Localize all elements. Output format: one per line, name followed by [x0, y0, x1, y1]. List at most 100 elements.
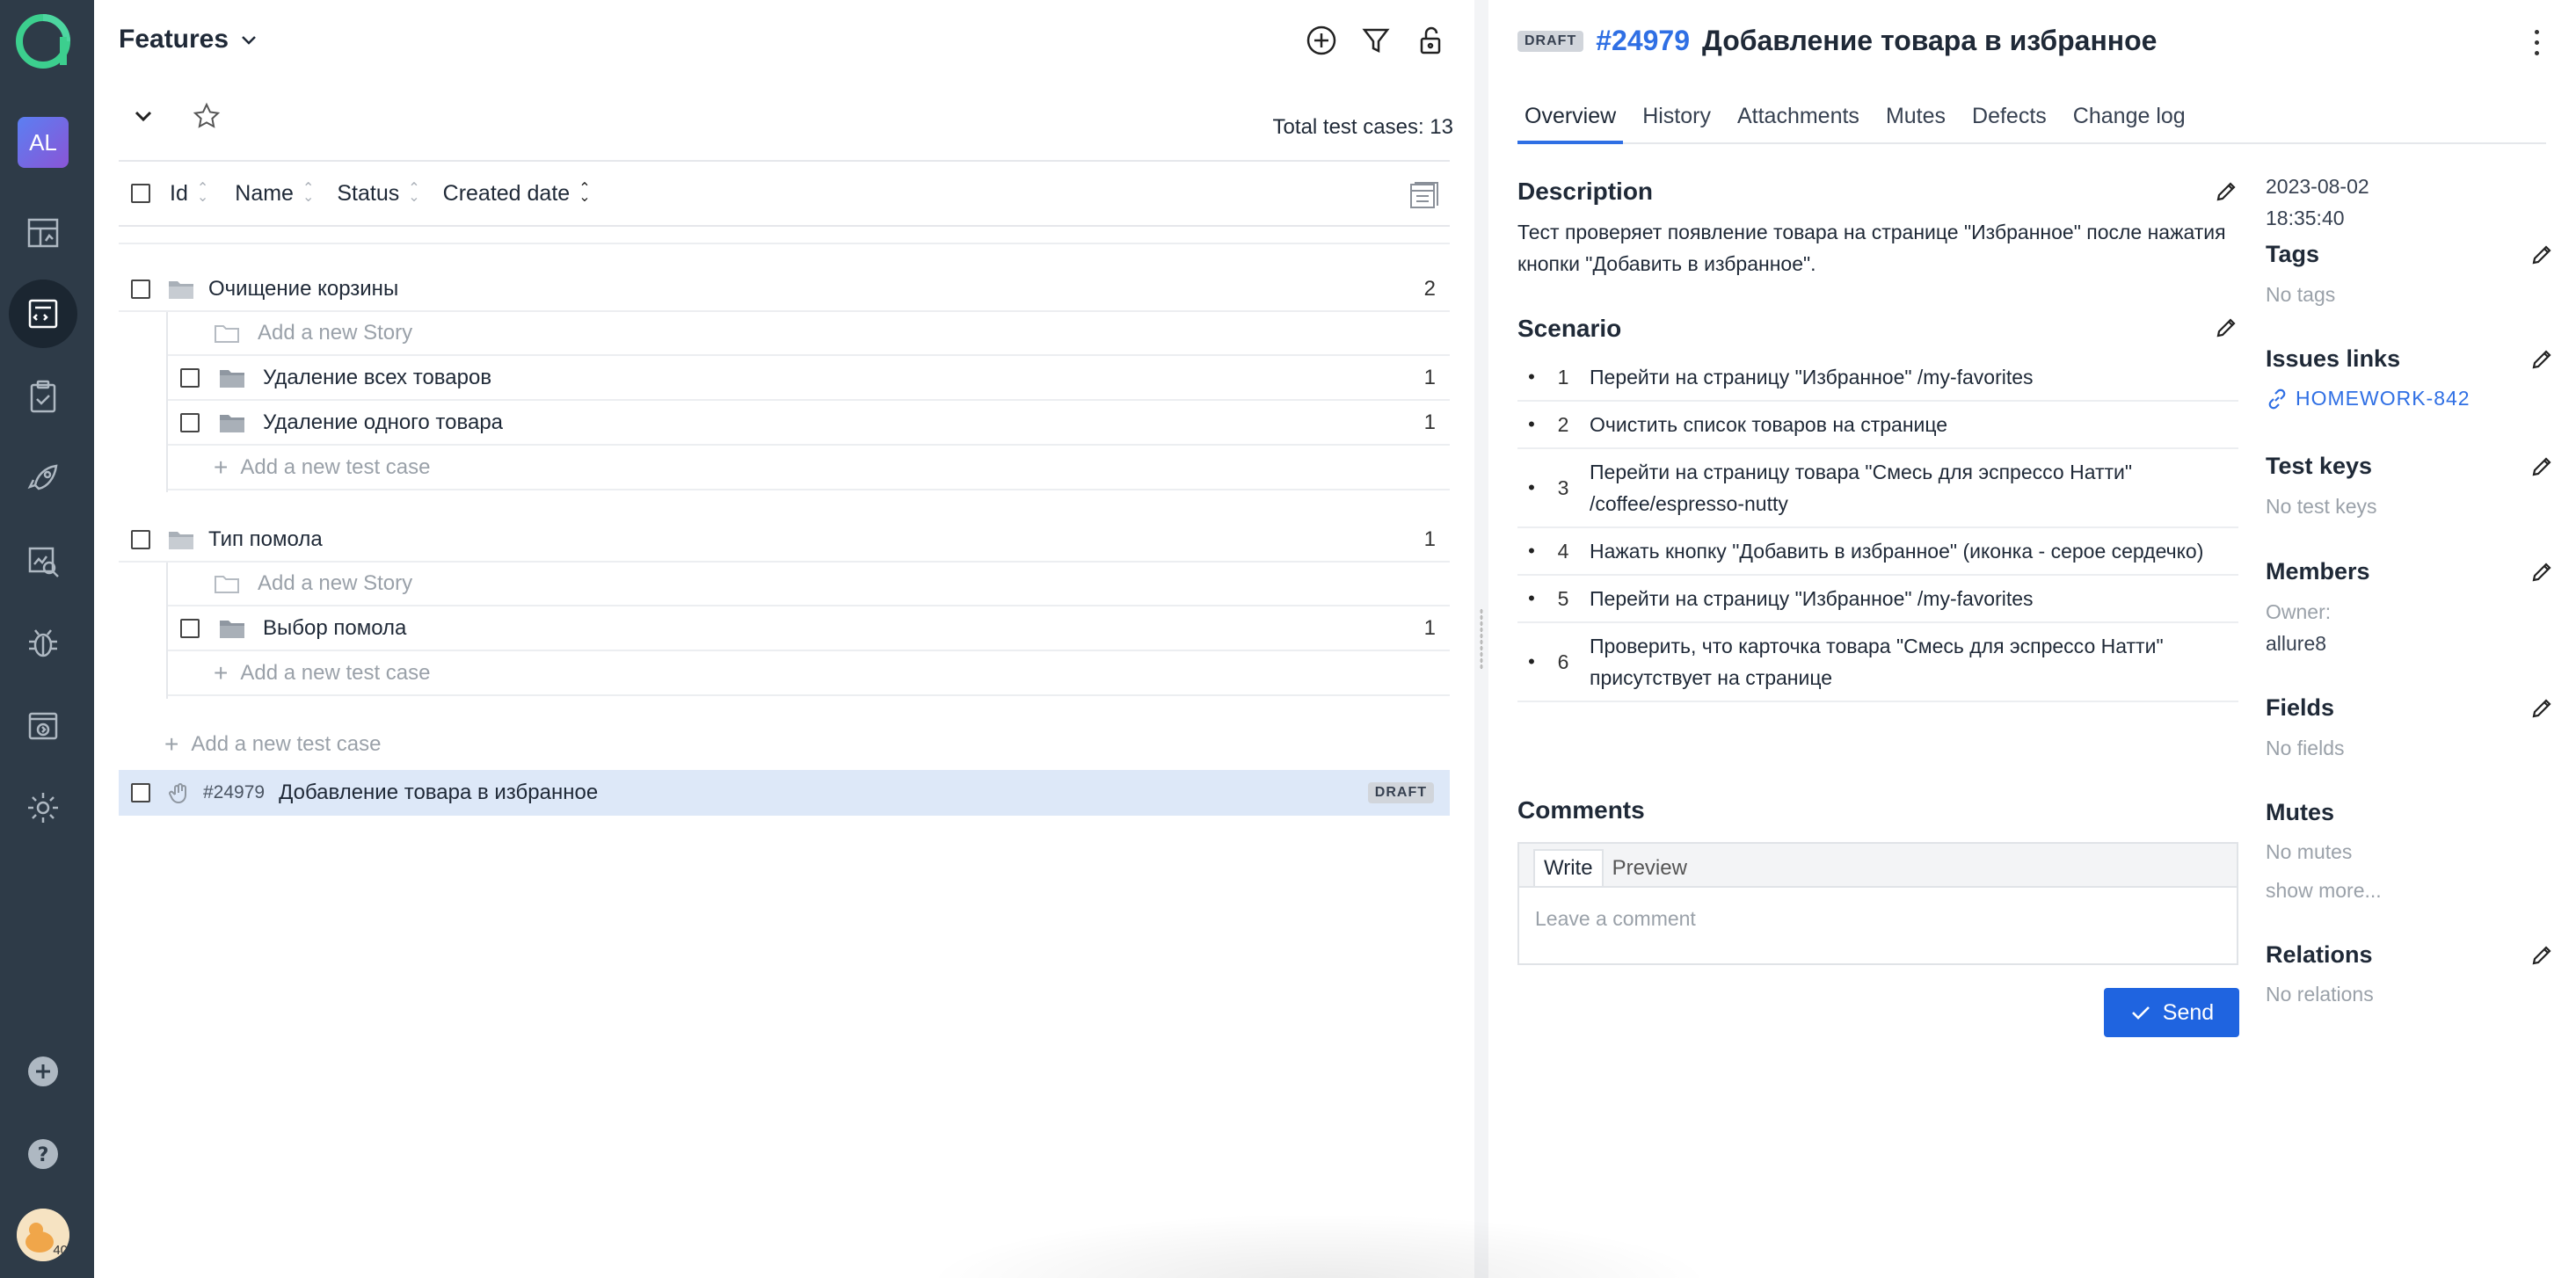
- row-checkbox[interactable]: [180, 619, 200, 638]
- child-name: Удаление всех товаров: [263, 366, 492, 389]
- test-plans-nav[interactable]: [9, 362, 77, 431]
- selected-test-case-row[interactable]: #24979 Добавление товара в избранное DRA…: [119, 770, 1450, 816]
- send-button[interactable]: Send: [2104, 988, 2239, 1037]
- column-id[interactable]: Id ⌃ ⌄: [170, 181, 208, 207]
- test-case-tree-panel: Features Total test cases: 13 Id ⌃ ⌄ Name ⌃…: [94, 0, 1474, 1278]
- folder-icon: [169, 532, 193, 549]
- add-story-row[interactable]: Add a new Story: [168, 312, 1450, 356]
- step-number: 5: [1557, 587, 1569, 610]
- filter-button[interactable]: [1358, 23, 1394, 58]
- drag-handle-icon[interactable]: [1480, 608, 1483, 670]
- collapse-all-chevron-icon[interactable]: [129, 102, 157, 130]
- allure-logo-icon[interactable]: [16, 14, 70, 69]
- column-name[interactable]: Name ⌃ ⌄: [235, 181, 314, 207]
- add-project-nav[interactable]: [9, 1037, 77, 1106]
- scenario-step[interactable]: • 4 Нажать кнопку "Добавить в избранное" (…: [1517, 528, 2238, 576]
- testkeys-value: No test keys: [2266, 495, 2377, 518]
- add-test-case-row[interactable]: + Add a new test case: [168, 447, 1450, 490]
- tree-mode-selector[interactable]: Features: [119, 25, 260, 54]
- bottom-shadow: [923, 1213, 1714, 1278]
- scenario-step[interactable]: • 3 Перейти на страницу товара "Смесь для …: [1517, 449, 2238, 528]
- tree-group-row[interactable]: Тип помола 1: [119, 519, 1450, 563]
- launches-nav[interactable]: [9, 445, 77, 513]
- svg-text:?: ?: [38, 1144, 49, 1166]
- folder-icon: [169, 281, 193, 299]
- edit-testkeys-icon[interactable]: [2529, 454, 2554, 479]
- comment-input[interactable]: Leave a comment: [1519, 888, 2237, 950]
- scenario-step[interactable]: • 6 Проверить, что карточка товара "Смесь …: [1517, 623, 2238, 702]
- step-text: Очистить список товаров на странице: [1590, 413, 1948, 436]
- detail-tabs: Overview History Attachments Mutes Defec…: [1517, 98, 2546, 144]
- edit-description-icon[interactable]: [2214, 179, 2238, 204]
- test-case-header: DRAFT #24979 Добавление товара в избранн…: [1517, 25, 2157, 57]
- tab-overview[interactable]: Overview: [1517, 98, 1624, 144]
- scenario-step[interactable]: • 5 Перейти на страницу "Избранное" /my-fa…: [1517, 576, 2238, 623]
- dashboard-nav[interactable]: [9, 199, 77, 267]
- tree-group-row[interactable]: Очищение корзины 2: [119, 268, 1450, 312]
- group-count: 1: [1423, 527, 1436, 551]
- lock-button[interactable]: [1413, 23, 1448, 58]
- user-badge: 40: [53, 1243, 68, 1258]
- edit-tags-icon[interactable]: [2529, 243, 2554, 267]
- bullet-icon: •: [1528, 540, 1535, 562]
- add-story-row[interactable]: Add a new Story: [168, 563, 1450, 606]
- add-project-icon: [28, 1057, 58, 1086]
- tab-mutes[interactable]: Mutes: [1879, 98, 1953, 144]
- tab-change-log[interactable]: Change log: [2066, 98, 2193, 144]
- tree-toolbar: [1304, 23, 1448, 58]
- test-case-id: #24979: [203, 782, 266, 802]
- scenario-step[interactable]: • 2 Очистить список товаров на странице: [1517, 402, 2238, 449]
- test-case-number-link[interactable]: #24979: [1596, 25, 1690, 57]
- column-status[interactable]: Status ⌃ ⌄: [337, 181, 419, 207]
- tree-child-row[interactable]: Удаление одного товара 1: [168, 402, 1450, 446]
- edit-issues-icon[interactable]: [2529, 347, 2554, 372]
- row-checkbox[interactable]: [180, 413, 200, 432]
- comment-tab-write[interactable]: Write: [1533, 849, 1604, 886]
- panel-splitter[interactable]: [1474, 0, 1488, 1278]
- tree-child-row[interactable]: Удаление всех товаров 1: [168, 357, 1450, 401]
- test-cases-nav[interactable]: [9, 280, 77, 348]
- edit-members-icon[interactable]: [2529, 560, 2554, 585]
- tab-attachments[interactable]: Attachments: [1730, 98, 1867, 144]
- issue-link[interactable]: HOMEWORK-842: [2266, 387, 2470, 410]
- step-text: Перейти на страницу "Избранное" /my-favo…: [1590, 587, 2034, 610]
- tree-child-row[interactable]: Выбор помола 1: [168, 607, 1450, 651]
- add-test-case-row[interactable]: + Add a new test case: [119, 723, 1450, 766]
- add-test-case-row[interactable]: + Add a new test case: [168, 652, 1450, 696]
- comment-tab-preview[interactable]: Preview: [1604, 851, 1696, 886]
- edit-scenario-icon[interactable]: [2214, 316, 2238, 340]
- columns-settings-icon[interactable]: [1408, 179, 1439, 211]
- row-checkbox[interactable]: [180, 368, 200, 388]
- row-checkbox[interactable]: [131, 530, 150, 549]
- more-actions-icon[interactable]: [2523, 26, 2550, 58]
- test-cases-icon: [28, 299, 58, 329]
- show-more-link[interactable]: show more...: [2266, 879, 2382, 903]
- tab-defects[interactable]: Defects: [1965, 98, 2054, 144]
- column-created-date[interactable]: Created date ⌃ ⌄: [443, 181, 591, 207]
- step-number: 3: [1557, 476, 1569, 499]
- tree-mode-label: Features: [119, 25, 229, 54]
- analytics-nav[interactable]: [9, 527, 77, 596]
- add-test-case-label: Add a new test case: [240, 455, 431, 479]
- jobs-nav[interactable]: [9, 691, 77, 759]
- user-avatar[interactable]: 40: [17, 1209, 69, 1261]
- row-checkbox[interactable]: [131, 783, 150, 802]
- plus-icon: +: [214, 659, 229, 686]
- relations-value: No relations: [2266, 983, 2374, 1006]
- group-name: Тип помола: [208, 527, 323, 551]
- edit-fields-icon[interactable]: [2529, 696, 2554, 721]
- help-nav[interactable]: ?: [9, 1120, 77, 1188]
- star-icon[interactable]: [193, 102, 221, 130]
- scenario-step[interactable]: • 1 Перейти на страницу "Избранное" /my-fa…: [1517, 354, 2238, 402]
- edit-relations-icon[interactable]: [2529, 943, 2554, 968]
- add-button[interactable]: [1304, 23, 1339, 58]
- settings-nav[interactable]: [9, 773, 77, 842]
- defects-nav[interactable]: [9, 608, 77, 677]
- select-all-checkbox[interactable]: [131, 184, 150, 203]
- tab-history[interactable]: History: [1635, 98, 1718, 144]
- add-story-label: Add a new Story: [258, 571, 413, 595]
- project-avatar[interactable]: AL: [18, 117, 69, 168]
- row-checkbox[interactable]: [131, 280, 150, 299]
- bullet-icon: •: [1528, 650, 1535, 672]
- created-date: 2023-08-02: [2266, 175, 2369, 198]
